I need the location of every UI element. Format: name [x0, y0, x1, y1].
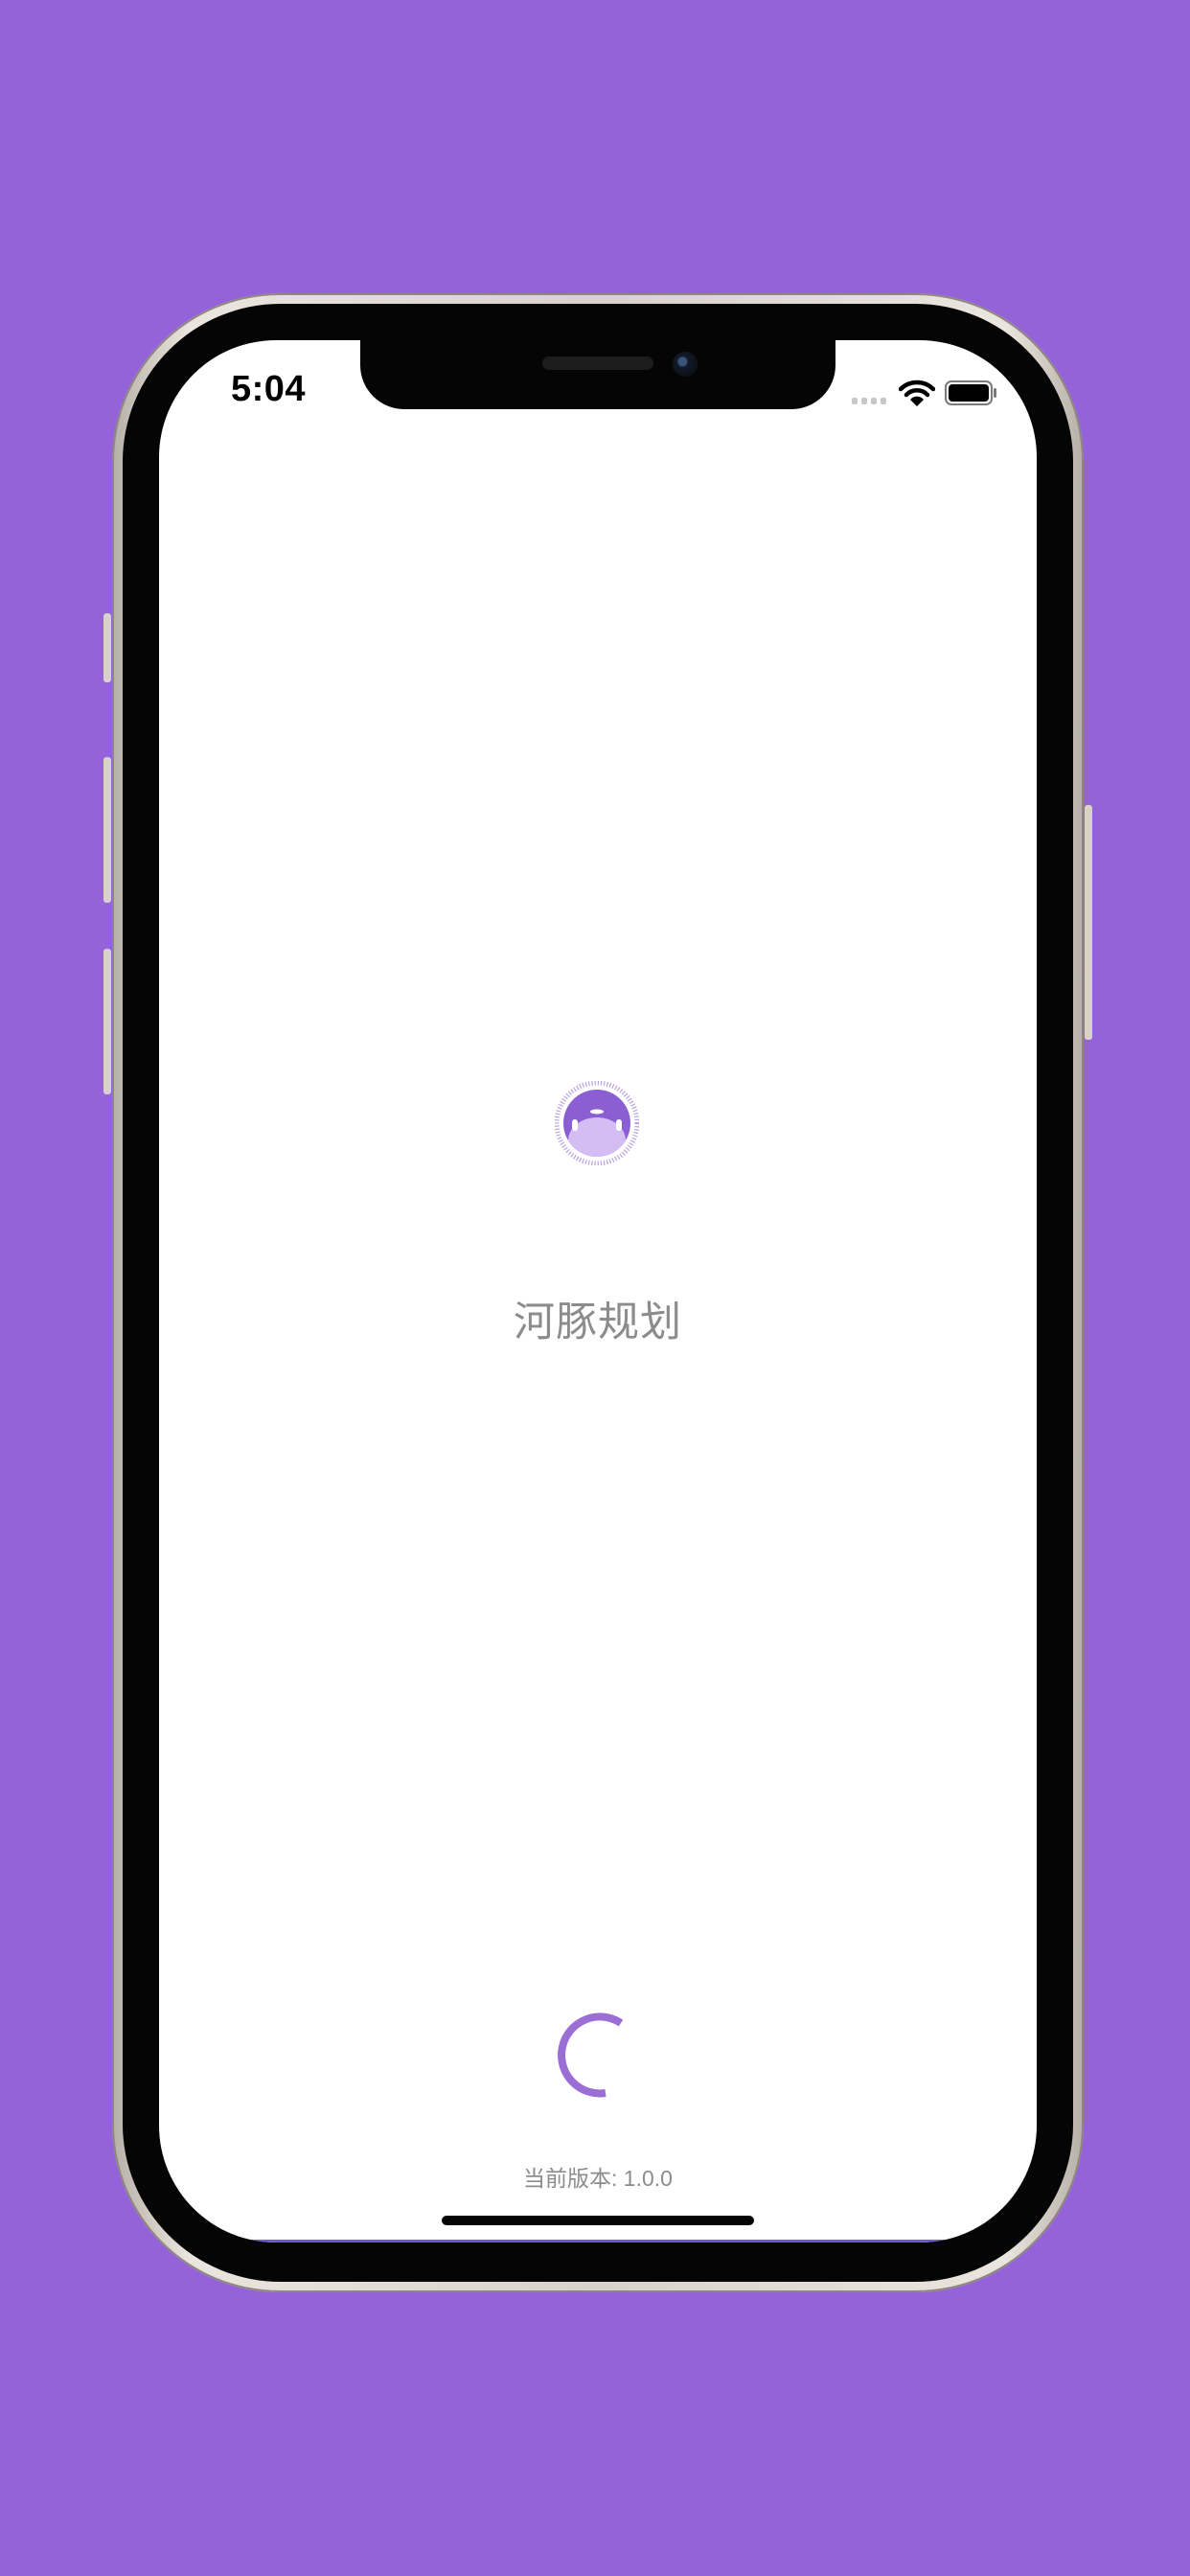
volume-up-button	[103, 757, 111, 903]
volume-down-button	[103, 949, 111, 1094]
silent-switch	[103, 613, 111, 682]
screen-bottom-edge	[245, 2240, 950, 2242]
loading-spinner-icon	[558, 2012, 624, 2098]
wifi-icon	[899, 380, 935, 406]
signal-icon	[852, 398, 886, 404]
front-camera-icon	[673, 352, 698, 377]
notch	[360, 340, 835, 409]
speaker-grille	[542, 356, 653, 370]
status-time: 5:04	[231, 369, 307, 409]
app-name: 河豚规划	[514, 1300, 682, 1346]
version-label: 当前版本: 1.0.0	[523, 2166, 673, 2191]
power-button	[1085, 805, 1092, 1040]
pufferfish-logo-icon	[555, 1081, 639, 1165]
screen: 5:04 河豚规划 当前版本: 1.0.0	[159, 340, 1037, 2242]
battery-icon	[945, 380, 996, 405]
home-indicator[interactable]	[442, 2216, 754, 2225]
